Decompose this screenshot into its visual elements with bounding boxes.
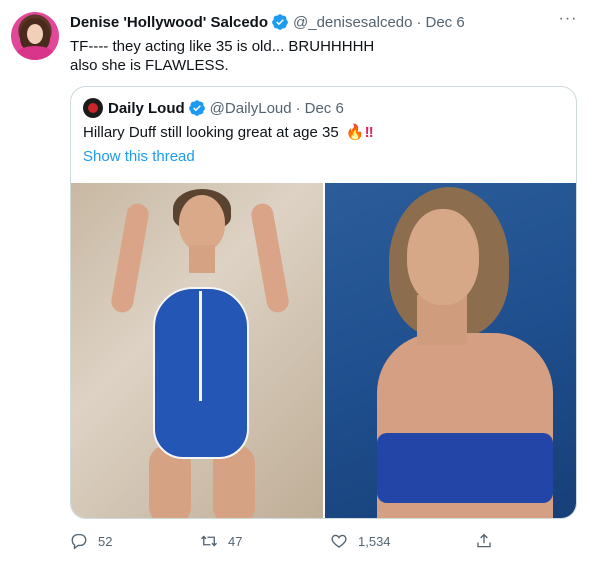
tweet[interactable]: Denise 'Hollywood' Salcedo @_denisesalce… [0,0,589,563]
quoted-tweet-date[interactable]: Dec 6 [305,100,344,117]
retweet-count: 47 [228,533,243,549]
tweet-text: TF---- they acting like 35 is old... BRU… [70,37,570,75]
retweet-button[interactable]: 47 [200,528,242,554]
quoted-author-avatar[interactable] [83,98,103,118]
share-button[interactable] [475,528,503,554]
quoted-tweet-text-body: Hillary Duff still looking great at age … [83,124,339,141]
photo-portrait[interactable] [325,183,576,518]
share-icon [477,533,491,548]
retweet-icon [201,535,217,547]
reply-count: 52 [98,533,113,549]
tweet-text-line-1: TF---- they acting like 35 is old... BRU… [70,38,375,55]
quoted-tweet[interactable]: Daily Loud @DailyLoud · Dec 6 Hillary Du… [70,86,577,519]
quoted-tweet-text: Hillary Duff still looking great at age … [83,123,374,143]
heart-icon [331,534,347,548]
show-thread-link[interactable]: Show this thread [83,147,195,167]
quoted-author-handle[interactable]: @DailyLoud [210,100,292,117]
more-icon[interactable]: ··· [558,11,578,28]
fire-emoji: 🔥 [345,124,365,141]
reply-button[interactable]: 52 [70,528,112,554]
photo-swimsuit-full-body[interactable] [71,183,323,518]
author-avatar[interactable] [11,12,59,60]
like-button[interactable]: 1,534 [330,528,391,554]
separator-dot: · [295,99,301,117]
tweet-date[interactable]: Dec 6 [426,14,465,31]
verified-badge-icon [271,13,289,31]
quoted-author-name[interactable]: Daily Loud [108,100,185,117]
verified-badge-icon [188,99,206,117]
reply-icon [71,533,87,550]
author-name[interactable]: Denise 'Hollywood' Salcedo [70,14,268,31]
quoted-tweet-header: Daily Loud @DailyLoud · Dec 6 [83,98,344,118]
media-grid [71,183,576,518]
like-count: 1,534 [358,533,391,549]
tweet-header: Denise 'Hollywood' Salcedo @_denisesalce… [70,12,465,32]
separator-dot: · [416,13,422,31]
author-handle[interactable]: @_denisesalcedo [293,14,412,31]
tweet-text-line-2: also she is FLAWLESS. [70,57,229,74]
double-exclamation-emoji: ‼ [364,124,374,141]
action-bar: 52 47 1,534 [70,528,577,554]
